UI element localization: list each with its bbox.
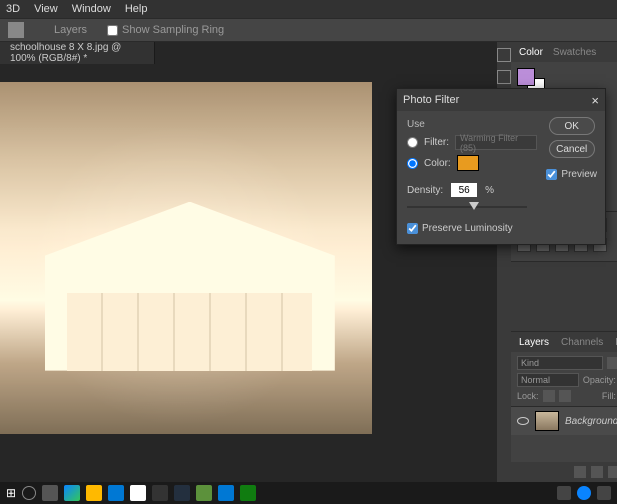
percent-label: % [485, 185, 494, 196]
menu-3d[interactable]: 3D [6, 3, 20, 15]
layer-background[interactable]: Background [511, 407, 617, 435]
filter-radio[interactable] [407, 137, 418, 148]
lock-label: Lock: [517, 391, 539, 401]
photo-filter-dialog: Photo Filter × OK Cancel Preview Use Fil… [396, 88, 606, 245]
start-button[interactable]: ⊞ [6, 486, 16, 500]
close-icon[interactable]: × [591, 93, 599, 108]
document-tab[interactable]: schoolhouse 8 X 8.jpg @ 100% (RGB/8#) * [0, 42, 155, 64]
app-icon-2[interactable] [196, 485, 212, 501]
tray-icon-3[interactable] [597, 486, 611, 500]
document-image [0, 82, 372, 434]
tab-layers[interactable]: Layers [519, 337, 549, 348]
mask-icon[interactable] [591, 466, 603, 478]
tab-channels[interactable]: Channels [561, 337, 603, 348]
density-label: Density: [407, 185, 443, 196]
fx-icon[interactable] [574, 466, 586, 478]
panel-icon[interactable] [497, 70, 511, 84]
lock-pos-icon[interactable] [559, 390, 571, 402]
filter-icon[interactable] [607, 357, 617, 369]
task-view-icon[interactable] [42, 485, 58, 501]
dropbox-icon[interactable] [152, 485, 168, 501]
sample-swatch[interactable] [8, 22, 24, 38]
use-label: Use [407, 119, 537, 130]
mail-icon[interactable] [218, 485, 234, 501]
search-icon[interactable] [22, 486, 36, 500]
preserve-luminosity[interactable]: Preserve Luminosity [407, 223, 537, 234]
filter-select[interactable]: Warming Filter (85) [455, 135, 537, 150]
cancel-button[interactable]: Cancel [549, 140, 595, 158]
collapsed-panel[interactable] [511, 262, 617, 332]
layer-filter-kind[interactable]: Kind [517, 356, 603, 370]
lock-icon[interactable] [543, 390, 555, 402]
layers-panel: Layers Channels Paths Kind Normal Opacit… [511, 332, 617, 482]
density-input[interactable]: 56 [451, 183, 477, 197]
tray-icon-2[interactable] [577, 486, 591, 500]
opacity-label: Opacity: [583, 375, 616, 385]
show-sampling-ring[interactable]: Show Sampling Ring [107, 24, 224, 36]
ok-button[interactable]: OK [549, 117, 595, 135]
tray-icon-1[interactable] [557, 486, 571, 500]
options-bar: Layers Show Sampling Ring [0, 18, 617, 42]
menu-bar: 3D View Window Help [0, 0, 617, 18]
layer-thumbnail[interactable] [535, 411, 559, 431]
color-swatch[interactable] [457, 155, 479, 171]
amazon-icon[interactable] [174, 485, 190, 501]
app-icon-3[interactable] [240, 485, 256, 501]
app-icon-1[interactable] [108, 485, 124, 501]
tab-color[interactable]: Color [519, 47, 543, 58]
layer-name[interactable]: Background [565, 416, 617, 427]
new-layer-icon[interactable] [608, 466, 617, 478]
explorer-icon[interactable] [86, 485, 102, 501]
menu-view[interactable]: View [34, 3, 58, 15]
visibility-icon[interactable] [517, 417, 529, 425]
fill-label: Fill: [602, 391, 616, 401]
dialog-title: Photo Filter [403, 94, 459, 106]
preview-checkbox[interactable]: Preview [546, 169, 597, 180]
filter-label: Filter: [424, 137, 449, 148]
taskbar: ⊞ [0, 482, 617, 504]
menu-window[interactable]: Window [72, 3, 111, 15]
density-slider[interactable] [407, 201, 527, 213]
tab-swatches[interactable]: Swatches [553, 47, 596, 58]
edge-icon[interactable] [64, 485, 80, 501]
blend-mode[interactable]: Normal [517, 373, 579, 387]
collapse-icon[interactable] [497, 48, 511, 62]
menu-help[interactable]: Help [125, 3, 148, 15]
store-icon[interactable] [130, 485, 146, 501]
layers-dropdown[interactable]: Layers [54, 24, 87, 36]
color-label: Color: [424, 158, 451, 169]
color-radio[interactable] [407, 158, 418, 169]
